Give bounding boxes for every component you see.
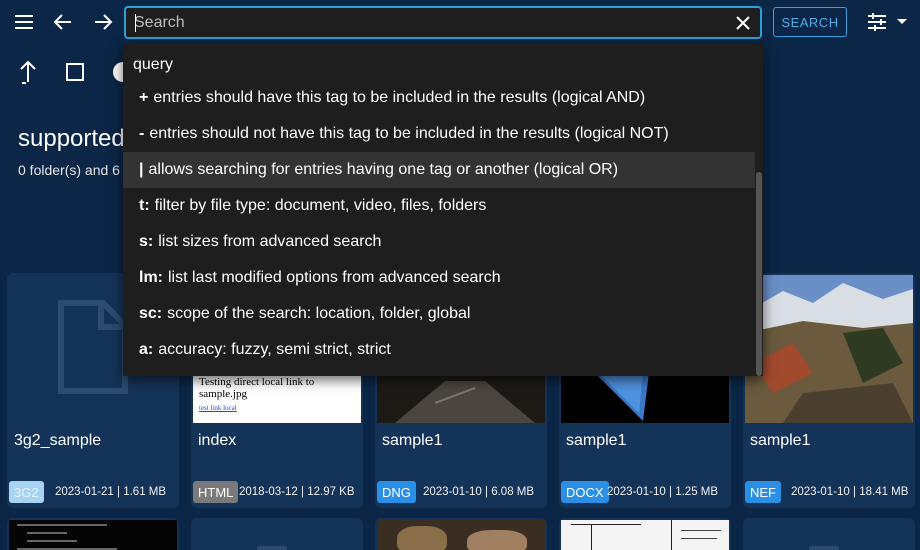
search-hint-item[interactable]: + entries should have this tag to be inc… [123,80,755,116]
file-card[interactable] [191,518,363,550]
file-name: index [198,432,237,449]
menu-icon[interactable] [12,10,36,34]
file-type-badge: NEF [745,481,781,503]
file-card[interactable] [743,518,915,550]
search-help-dropdown: query + entries should have this tag to … [123,44,763,376]
top-bar: SEARCH [0,0,920,44]
search-hint-item[interactable]: t: filter by file type: document, video,… [123,188,755,224]
hint-key: + [139,89,149,106]
close-icon[interactable] [732,12,754,34]
hint-key: t: [139,197,150,214]
hint-key: - [139,125,145,142]
file-name: sample1 [382,432,443,449]
file-thumbnail [377,520,545,550]
search-hint-item[interactable]: - entries should not have this tag to be… [123,116,755,152]
arrow-right-icon[interactable] [91,10,115,34]
search-input[interactable] [134,12,724,34]
hint-text: allows searching for entries having one … [148,161,619,178]
search-box [124,6,762,39]
search-hint-item[interactable]: sc: scope of the search: location, folde… [123,296,755,332]
hint-text: filter by file type: document, video, fi… [154,197,487,214]
file-meta: 2023-01-10 | 6.08 MB [423,486,535,498]
search-hint-item[interactable]: lm: list last modified options from adva… [123,260,755,296]
hint-text: entries should have this tag to be inclu… [153,89,646,106]
search-button[interactable]: SEARCH [773,7,847,37]
file-type-badge: DNG [377,481,416,503]
file-meta: 2023-01-10 | 18.41 MB [791,486,909,498]
search-hint-item[interactable]: s: list sizes from advanced search [123,224,755,260]
tune-icon[interactable] [866,10,910,34]
search-hint-item[interactable]: a: accuracy: fuzzy, semi strict, strict [123,332,755,368]
file-meta: 2018-03-12 | 12.97 KB [239,486,355,498]
file-thumbnail [9,520,177,550]
file-card[interactable] [7,518,179,550]
file-type-badge: 3G2 [9,481,44,503]
hint-text: accuracy: fuzzy, semi strict, strict [158,341,391,358]
hint-text: list sizes from advanced search [158,233,382,250]
thumbnail-link: test link local [199,404,237,412]
thumbnail-heading: Testing direct local link to sample.jpg [199,376,315,400]
file-type-badge: HTML [193,481,239,503]
hint-text: entries should not have this tag to be i… [149,125,669,142]
hint-text: scope of the search: location, folder, g… [167,305,471,322]
dropdown-header: query [133,56,174,73]
file-thumbnail [743,273,915,423]
hint-text: list last modified options from advanced… [168,269,501,286]
file-thumbnail [561,520,729,550]
search-hint-item[interactable]: | allows searching for entries having on… [123,152,755,188]
file-type-badge: DOCX [561,481,609,503]
file-icon [257,546,287,550]
folder-title: supported [18,125,125,152]
hint-key: lm: [139,269,163,286]
arrow-up-icon[interactable] [16,59,40,85]
file-card[interactable] [375,518,547,550]
text-caret [135,14,136,32]
file-name: sample1 [566,432,627,449]
hint-key: | [139,161,144,178]
hint-key: a: [139,341,154,358]
hint-key: sc: [139,305,163,322]
hint-key: s: [139,233,154,250]
dropdown-scrollbar[interactable] [756,172,762,376]
folder-meta: 0 folder(s) and 6 [18,162,120,178]
file-meta: 2023-01-21 | 1.61 MB [55,486,167,498]
file-name: sample1 [750,432,811,449]
file-meta: 2023-01-10 | 1.25 MB [607,486,719,498]
checkbox-icon[interactable] [63,60,87,84]
file-card[interactable] [559,518,731,550]
file-icon [809,546,839,550]
file-card[interactable]: sample1 NEF 2023-01-10 | 18.41 MB [743,273,915,508]
file-name: 3g2_sample [14,432,102,449]
arrow-left-icon[interactable] [51,10,75,34]
landscape-photo-thumbnail [745,275,913,423]
